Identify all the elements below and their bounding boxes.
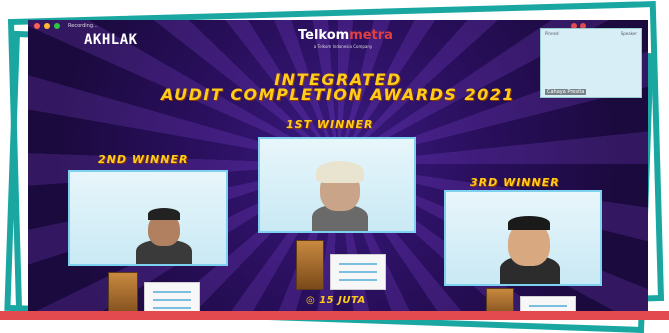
- self-view-label-left: Pinned: [545, 31, 559, 36]
- akhlak-logo: AKHLAK: [84, 32, 138, 48]
- recording-indicator: Recording...: [68, 23, 98, 29]
- first-winner-label: 1ST WINNER: [286, 118, 374, 131]
- brand-accent: metra: [349, 28, 393, 43]
- video-call-screen: Recording... AKHLAK Telkommetra a Telkom…: [28, 20, 648, 320]
- brand-name: Telkom: [298, 28, 350, 43]
- certificate-first: [330, 254, 386, 290]
- red-bottom-bar: [0, 311, 669, 320]
- second-winner-video[interactable]: [68, 170, 228, 266]
- prize-text: 15 JUTA: [319, 295, 366, 306]
- self-view-tile[interactable]: Pinned Speaker Cahaya Presita: [540, 28, 642, 98]
- second-winner-label: 2ND WINNER: [98, 153, 189, 166]
- self-view-name: Cahaya Presita: [545, 89, 587, 95]
- window-controls: Recording...: [34, 23, 98, 29]
- prize-amount: ◎ 15 JUTA: [306, 295, 366, 306]
- third-winner-label: 3RD WINNER: [470, 176, 560, 189]
- first-winner-video[interactable]: [258, 137, 416, 233]
- telkommetra-logo: Telkommetra a Telkom Indonesia Company: [298, 28, 393, 49]
- brand-subtitle: a Telkom Indonesia Company: [313, 44, 373, 49]
- self-view-labels: Pinned Speaker: [545, 31, 637, 36]
- self-view-label-right: Speaker: [620, 31, 637, 36]
- minimize-dot-icon[interactable]: [44, 23, 50, 29]
- maximize-dot-icon[interactable]: [54, 23, 60, 29]
- trophy-first: [296, 240, 324, 290]
- person-hair: [148, 208, 180, 220]
- close-dot-icon[interactable]: [34, 23, 40, 29]
- hijab: [316, 161, 364, 183]
- third-winner-video[interactable]: [444, 190, 602, 286]
- person-hair: [508, 216, 550, 230]
